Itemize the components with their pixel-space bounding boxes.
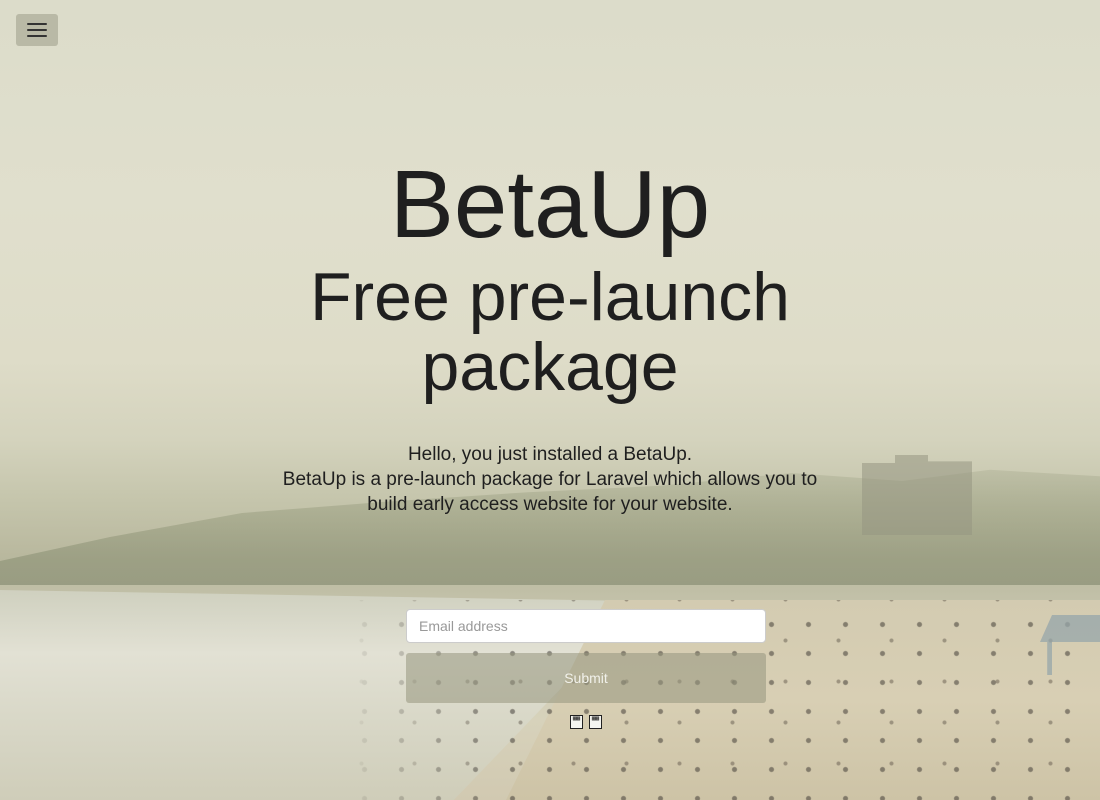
menu-toggle-button[interactable]: [16, 14, 58, 46]
page-title: BetaUp: [389, 151, 711, 258]
icon-glyph-2[interactable]: ▦▦: [589, 715, 602, 729]
hamburger-icon: [27, 23, 47, 37]
submit-button[interactable]: Submit: [406, 653, 766, 703]
page-subtitle: Free pre-launch package: [309, 259, 791, 405]
signup-form: Submit ▦▦ ▦▦: [406, 609, 766, 729]
intro-text: Hello, you just installed a BetaUp. Beta…: [0, 442, 1100, 517]
intro-line: Hello, you just installed a BetaUp.: [407, 444, 693, 465]
icon-glyph-1[interactable]: ▦▦: [570, 715, 583, 729]
intro-description: BetaUp is a pre-launch package for Larav…: [282, 469, 818, 515]
social-icons: ▦▦ ▦▦: [406, 715, 766, 729]
hero-section: BetaUp Free pre-launch package Hello, yo…: [0, 150, 1100, 517]
email-input[interactable]: [406, 609, 766, 643]
